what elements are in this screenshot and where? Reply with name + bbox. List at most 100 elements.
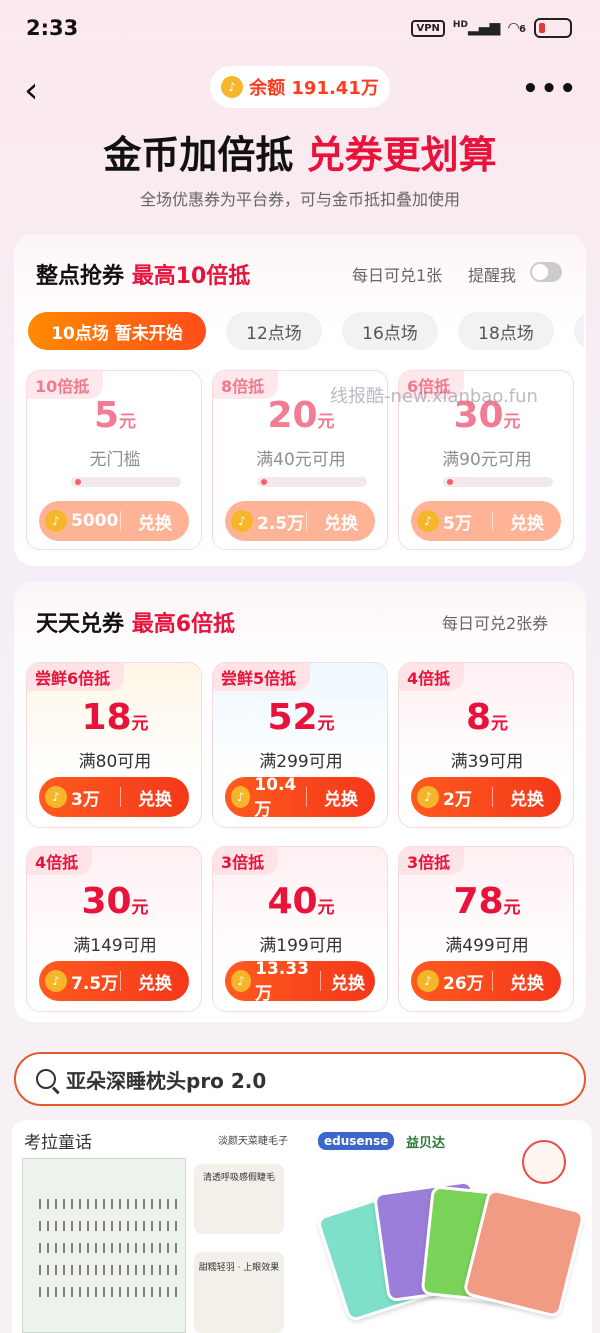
remind-label: 提醒我 (468, 266, 517, 285)
wifi-icon: ◠6 (508, 20, 526, 36)
daily-coupon[interactable]: 尝鲜5倍抵 52元 满299可用 ♪ 10.4万 兑换 (212, 662, 388, 828)
amount-value: 30 (81, 881, 132, 922)
coupon-progress (257, 477, 367, 487)
wifi-label: 6 (519, 24, 526, 35)
lash-row (39, 1199, 179, 1209)
redeem-label: 兑换 (324, 789, 358, 810)
coin-price: ♪ 2万 (411, 786, 493, 810)
coin-icon: ♪ (231, 970, 252, 992)
redeem-button[interactable]: ♪ 7.5万 兑换 (39, 961, 189, 1001)
product-brand: edusense (318, 1132, 395, 1150)
amount-unit: 元 (503, 898, 521, 918)
headline-part1: 金币加倍抵 (103, 133, 294, 177)
coupon-condition: 满299可用 (259, 752, 343, 772)
daily-coupon[interactable]: 3倍抵 40元 满199可用 ♪ 13.33万 兑换 (212, 846, 388, 1012)
product-card[interactable]: edusense 益贝达 (302, 1120, 592, 1333)
tab-18[interactable]: 18点场 (458, 312, 554, 350)
coin-price: ♪ 26万 (411, 970, 493, 994)
flash-sale-limit: 每日可兑1张 (352, 266, 443, 285)
seal-icon (522, 1140, 566, 1184)
coin-price: ♪ 2.5万 (225, 510, 307, 534)
back-button[interactable]: ‹ (24, 70, 38, 111)
coin-icon: ♪ (45, 786, 67, 808)
amount-unit: 元 (131, 714, 149, 734)
coin-price: ♪ 3万 (39, 786, 121, 810)
remind-toggle[interactable] (530, 262, 562, 282)
redeem-button[interactable]: ♪ 5000 兑换 (39, 501, 189, 541)
coupon-condition: 满499可用 (445, 936, 529, 956)
search-icon (36, 1069, 56, 1089)
coin-amount: 3万 (71, 789, 100, 810)
coin-price: ♪ 7.5万 (39, 970, 121, 994)
amount-unit: 元 (317, 412, 335, 432)
coupon-amount: 5元 (27, 395, 201, 436)
coin-icon: ♪ (231, 510, 253, 532)
redeem-button[interactable]: ♪ 3万 兑换 (39, 777, 189, 817)
amount-value: 5 (93, 395, 120, 436)
coin-amount: 2.5万 (257, 513, 305, 534)
battery-icon (534, 18, 572, 38)
redeem-label: 兑换 (138, 973, 172, 994)
more-button[interactable]: ••• (522, 74, 578, 104)
tab-more[interactable] (574, 312, 584, 350)
amount-value: 52 (267, 697, 318, 738)
redeem-button[interactable]: ♪ 10.4万 兑换 (225, 775, 375, 820)
coupon-condition: 无门槛 (89, 450, 141, 470)
coin-amount: 2万 (443, 789, 472, 810)
product-image (22, 1158, 186, 1333)
balance-pill[interactable]: ♪ 余额 191.41万 (210, 66, 390, 108)
flash-coupon[interactable]: 10倍抵 5元 无门槛 ♪ 5000 兑换 (26, 370, 202, 550)
daily-coupon[interactable]: 4倍抵 30元 满149可用 ♪ 7.5万 兑换 (26, 846, 202, 1012)
coin-icon: ♪ (45, 970, 67, 992)
lash-row (39, 1265, 179, 1275)
amount-value: 40 (267, 881, 318, 922)
product-tag: 清透呼吸感假睫毛 (194, 1164, 284, 1234)
daily-coupon[interactable]: 3倍抵 78元 满499可用 ♪ 26万 兑换 (398, 846, 574, 1012)
coin-icon: ♪ (417, 510, 439, 532)
search-bar[interactable]: 亚朵深睡枕头pro 2.0 (14, 1052, 586, 1106)
redeem-button[interactable]: ♪ 26万 兑换 (411, 961, 561, 1001)
amount-unit: 元 (317, 714, 335, 734)
tab-12[interactable]: 12点场 (226, 312, 322, 350)
redeem-button[interactable]: ♪ 2.5万 兑换 (225, 501, 375, 541)
status-bar: 2:33 VPN HD▂▄▆ ◠6 (0, 0, 600, 58)
daily-limit: 每日可兑2张券 (442, 614, 549, 633)
daily-coupon[interactable]: 尝鲜6倍抵 18元 满80可用 ♪ 3万 兑换 (26, 662, 202, 828)
product-card[interactable]: 考拉童话 淡颜天菜睫毛子 清透呼吸感假睫毛 甜糯轻羽 · 上眼效果 (12, 1120, 302, 1333)
amount-value: 78 (453, 881, 504, 922)
redeem-button[interactable]: ♪ 5万 兑换 (411, 501, 561, 541)
amount-unit: 元 (119, 412, 137, 432)
redeem-label: 兑换 (138, 513, 172, 534)
headline-part2: 兑券更划算 (306, 133, 497, 177)
page-title: 金币加倍抵 兑券更划算 (0, 124, 600, 179)
coupon-badge: 3倍抵 (399, 847, 465, 875)
amount-unit: 元 (503, 412, 521, 432)
coupon-condition: 满199可用 (259, 936, 343, 956)
redeem-label: 兑换 (510, 513, 544, 534)
amount-unit: 元 (317, 898, 335, 918)
coupon-badge: 尝鲜6倍抵 (27, 663, 125, 691)
coupon-amount: 78元 (399, 881, 573, 922)
coin-amount: 5万 (443, 513, 472, 534)
redeem-label: 兑换 (510, 973, 544, 994)
product-brand: 考拉童话 (24, 1133, 92, 1153)
coupon-badge: 4倍抵 (399, 663, 465, 691)
lash-row (39, 1243, 179, 1253)
coin-price: ♪ 10.4万 (225, 775, 307, 820)
coin-amount: 26万 (443, 973, 484, 994)
coupon-condition: 满40元可用 (256, 450, 346, 470)
tab-10[interactable]: 10点场 暂未开始 (28, 312, 206, 350)
daily-coupon[interactable]: 4倍抵 8元 满39可用 ♪ 2万 兑换 (398, 662, 574, 828)
daily-title: 天天兑券 最高6倍抵 (36, 606, 235, 638)
coin-price: ♪ 5000 (39, 510, 121, 532)
daily-title-highlight: 最高6倍抵 (131, 612, 235, 637)
tab-16[interactable]: 16点场 (342, 312, 438, 350)
search-query[interactable]: 亚朵深睡枕头pro 2.0 (66, 1065, 266, 1094)
page-subtitle: 全场优惠券为平台券，可与金币抵扣叠加使用 (139, 190, 460, 209)
coupon-condition: 满39可用 (450, 752, 524, 772)
flash-sale-title: 整点抢券 最高10倍抵 (36, 258, 250, 290)
redeem-label: 兑换 (324, 513, 358, 534)
redeem-button[interactable]: ♪ 2万 兑换 (411, 777, 561, 817)
redeem-button[interactable]: ♪ 13.33万 兑换 (225, 959, 375, 1004)
coin-icon: ♪ (417, 970, 439, 992)
